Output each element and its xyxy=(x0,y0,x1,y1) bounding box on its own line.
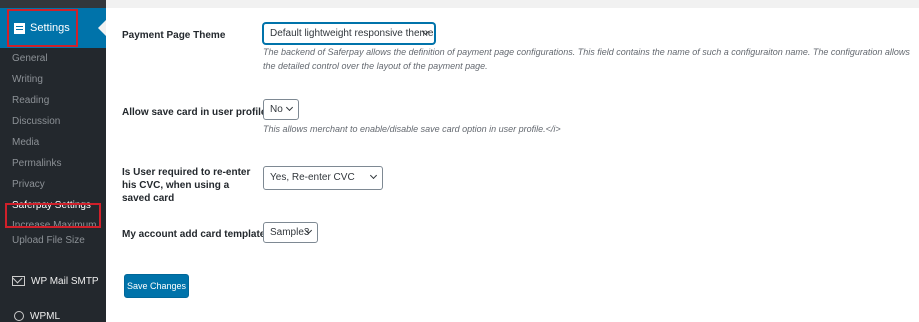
menu-wp-mail-smtp[interactable]: WP Mail SMTP xyxy=(0,267,106,295)
wpml-icon xyxy=(14,311,24,321)
mail-icon xyxy=(12,276,25,286)
chevron-down-icon xyxy=(285,103,294,112)
menu-wp-mail-smtp-label: WP Mail SMTP xyxy=(31,275,99,287)
chevron-down-icon xyxy=(369,171,378,180)
cvc-select-value: Yes, Re-enter CVC xyxy=(270,172,355,183)
settings-content: Payment Page Theme Default lightweight r… xyxy=(106,0,919,322)
save-changes-button[interactable]: Save Changes xyxy=(124,274,189,298)
submenu-writing[interactable]: Writing xyxy=(0,69,106,90)
submenu-discussion[interactable]: Discussion xyxy=(0,111,106,132)
menu-wpml-label: WPML xyxy=(30,310,60,322)
submenu-privacy[interactable]: Privacy xyxy=(0,174,106,195)
settings-form: Payment Page Theme Default lightweight r… xyxy=(106,8,919,322)
save-card-select-value: No xyxy=(270,104,283,115)
template-label: My account add card template xyxy=(122,229,266,240)
admin-sidebar: Settings General Writing Reading Discuss… xyxy=(0,0,106,322)
cvc-select[interactable]: Yes, Re-enter CVC xyxy=(263,166,383,190)
submenu-permalinks[interactable]: Permalinks xyxy=(0,153,106,174)
sidebar-top-item[interactable] xyxy=(0,0,106,8)
submenu-general[interactable]: General xyxy=(0,48,106,69)
highlight-box-saferpay xyxy=(5,203,101,228)
submenu-media[interactable]: Media xyxy=(0,132,106,153)
template-select[interactable]: Sample3 xyxy=(263,222,318,243)
highlight-box-settings xyxy=(7,9,78,47)
template-select-value: Sample3 xyxy=(270,227,310,238)
current-menu-arrow xyxy=(98,20,106,36)
save-card-select[interactable]: No xyxy=(263,99,299,120)
save-card-description: This allows merchant to enable/disable s… xyxy=(263,124,561,134)
theme-select[interactable]: Default lightweight responsive theme xyxy=(263,23,435,44)
theme-description: The backend of Saferpay allows the defin… xyxy=(263,47,910,71)
submenu-reading[interactable]: Reading xyxy=(0,90,106,111)
menu-wpml[interactable]: WPML xyxy=(0,302,106,322)
cvc-label: Is User required to re-enter his CVC, wh… xyxy=(122,167,251,204)
theme-label: Payment Page Theme xyxy=(122,30,226,41)
save-card-label: Allow save card in user profile xyxy=(122,107,267,118)
theme-select-value: Default lightweight responsive theme xyxy=(270,28,434,39)
